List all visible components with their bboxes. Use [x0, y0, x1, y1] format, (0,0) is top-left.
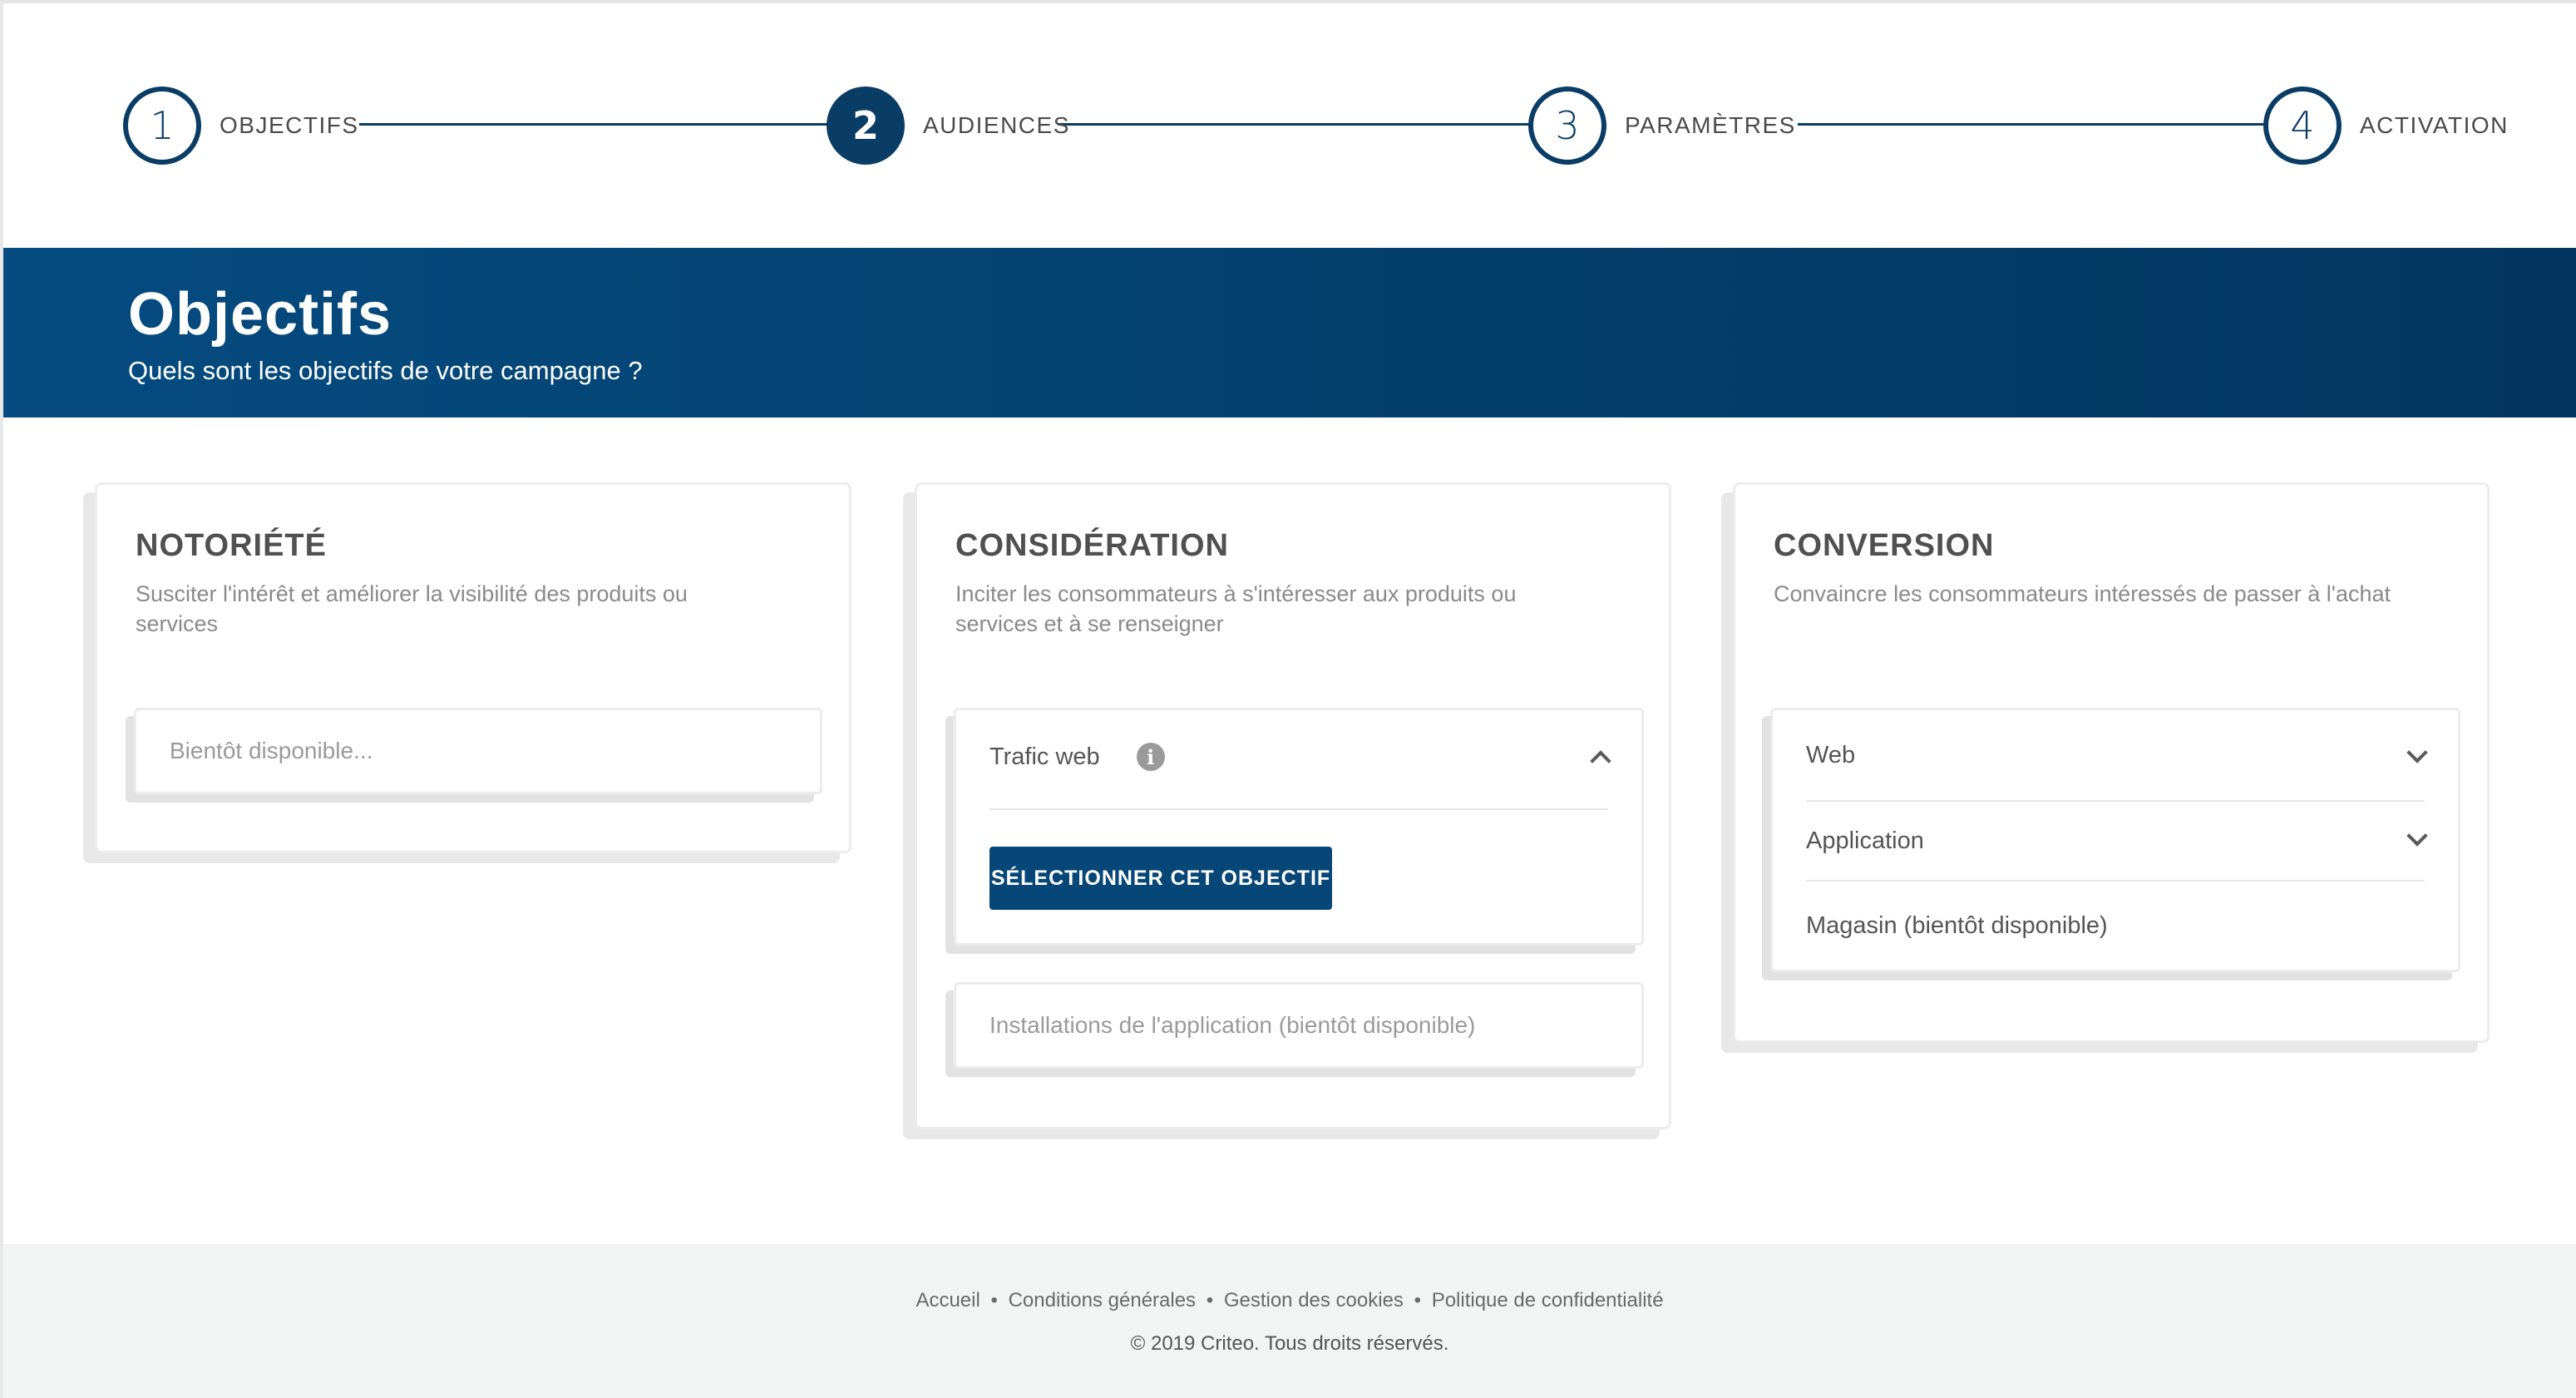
footer-separator: • [1414, 1289, 1422, 1312]
footer-link-conditions[interactable]: Conditions générales [1009, 1289, 1196, 1312]
panel-divider [989, 808, 1608, 810]
objective-card-consideration: CONSIDÉRATION Inciter les consommateurs … [915, 482, 1671, 1129]
select-objective-button[interactable]: SÉLECTIONNER CET OBJECTIF [989, 847, 1332, 910]
footer-link-cookies[interactable]: Gestion des cookies [1224, 1289, 1404, 1312]
step-audiences[interactable]: 2 AUDIENCES [827, 86, 1070, 165]
step-number: 4 [2263, 86, 2342, 165]
stepper-connector-3 [1798, 123, 2267, 126]
step-objectifs[interactable]: 1 OBJECTIFS [123, 86, 359, 165]
stepper-connector-1 [359, 123, 840, 126]
chevron-up-icon[interactable] [1590, 750, 1611, 772]
card-description: Inciter les consommateurs à s'intéresser… [955, 581, 1517, 636]
conversion-options-panel: Web Application Magasin (bientôt disponi… [1770, 708, 2460, 972]
option-label: Application [1806, 827, 1924, 854]
progress-stepper: 1 OBJECTIFS 2 AUDIENCES 3 PARAMÈTRES 4 A… [0, 0, 2576, 248]
conversion-option-magasin: Magasin (bientôt disponible) [1806, 880, 2425, 970]
hero-banner: Objectifs Quels sont les objectifs de vo… [3, 248, 2576, 417]
card-description: Susciter l'intérêt et améliorer la visib… [136, 581, 688, 636]
conversion-option-application[interactable]: Application [1806, 800, 2428, 880]
footer-separator: • [990, 1289, 998, 1312]
footer-separator: • [1206, 1289, 1214, 1312]
option-label: Web [1806, 741, 1856, 768]
traffic-web-panel: Trafic web i SÉLECTIONNER CET OBJECTIF [954, 708, 1644, 946]
option-label: Magasin (bientôt disponible) [1806, 911, 2108, 939]
card-title: CONSIDÉRATION [955, 528, 1229, 563]
step-label: ACTIVATION [2360, 112, 2509, 138]
app-installs-box: Installations de l'application (bientôt … [954, 982, 1644, 1069]
objective-card-notoriete: NOTORIÉTÉ Susciter l'intérêt et améliore… [95, 482, 851, 853]
traffic-web-toggle[interactable]: Trafic web i [956, 710, 1641, 803]
chevron-down-icon[interactable] [2406, 742, 2428, 763]
app-installs-label: Installations de l'application (bientôt … [989, 1012, 1476, 1038]
card-description: Convaincre les consommateurs intéressés … [1774, 581, 2391, 606]
footer-link-privacy[interactable]: Politique de confidentialité [1432, 1289, 1664, 1312]
step-parametres[interactable]: 3 PARAMÈTRES [1528, 86, 1796, 165]
step-label: AUDIENCES [923, 112, 1070, 138]
step-number: 3 [1528, 86, 1606, 165]
page-footer: Accueil • Conditions générales • Gestion… [3, 1244, 2576, 1398]
page-subtitle: Quels sont les objectifs de votre campag… [128, 356, 643, 385]
step-label: PARAMÈTRES [1625, 112, 1796, 138]
step-number: 1 [123, 86, 201, 165]
info-icon[interactable]: i [1136, 743, 1165, 771]
step-number: 2 [827, 86, 905, 165]
conversion-option-web[interactable]: Web [1773, 710, 2428, 800]
step-activation[interactable]: 4 ACTIVATION [2263, 86, 2509, 165]
traffic-web-label: Trafic web [989, 743, 1100, 770]
page-title: Objectifs [128, 281, 392, 348]
coming-soon-box: Bientôt disponible... [134, 708, 822, 794]
step-label: OBJECTIFS [220, 112, 359, 138]
chevron-down-icon[interactable] [2406, 825, 2428, 847]
copyright-text: © 2019 Criteo. Tous droits réservés. [1130, 1332, 1449, 1355]
objective-card-conversion: CONVERSION Convaincre les consommateurs … [1733, 482, 2490, 1043]
card-title: NOTORIÉTÉ [136, 528, 327, 563]
footer-link-accueil[interactable]: Accueil [915, 1289, 980, 1312]
card-title: CONVERSION [1774, 528, 1995, 563]
stepper-connector-2 [1058, 123, 1530, 126]
footer-links: Accueil • Conditions générales • Gestion… [3, 1244, 2576, 1312]
coming-soon-label: Bientôt disponible... [170, 738, 373, 763]
